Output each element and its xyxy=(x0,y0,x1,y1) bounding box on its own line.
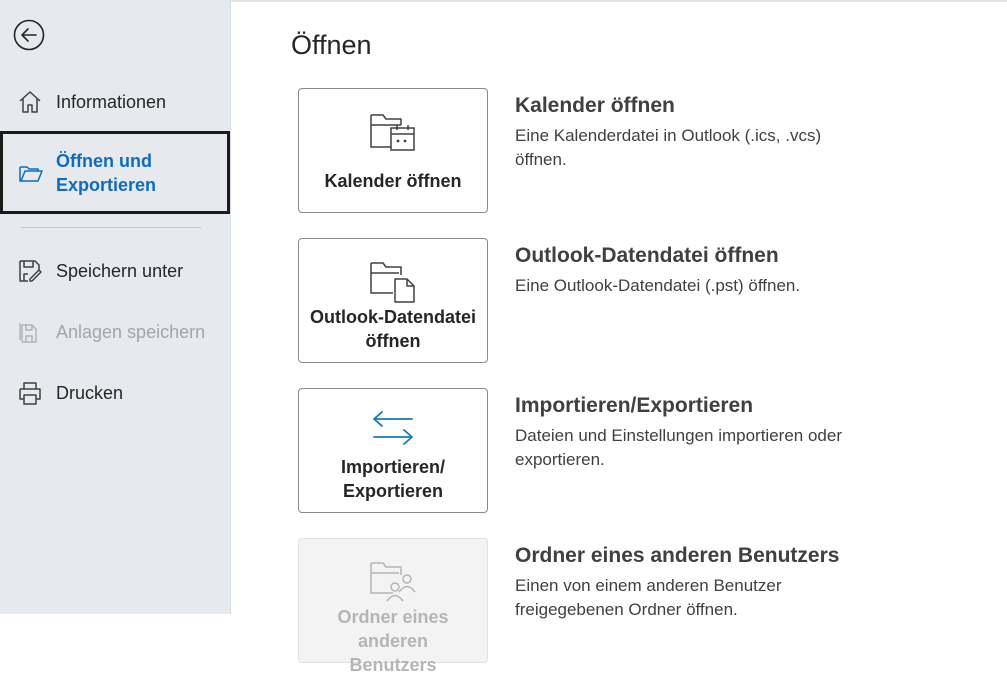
option-description: Eine Kalenderdatei in Outlook (.ics, .vc… xyxy=(515,126,822,169)
sidebar-item-label: Speichern unter xyxy=(56,261,184,281)
backstage-sidebar: Informationen Öffnen und Exportieren Spe… xyxy=(0,0,231,614)
option-description: Einen von einem anderen Benutzer freigeg… xyxy=(515,576,782,619)
save-attachments-icon xyxy=(17,319,43,345)
tile-label: Kalender öffnen xyxy=(324,171,462,191)
printer-icon xyxy=(17,380,43,406)
open-outlook-data-file-tile[interactable]: Outlook-Datendatei öffnen xyxy=(298,238,488,363)
sidebar-item-label: Öffnen und Exportieren xyxy=(56,150,157,195)
sidebar-item-label: Drucken xyxy=(56,383,124,403)
option-description: Eine Outlook-Datendatei (.pst) öffnen. xyxy=(515,276,801,295)
option-title: Ordner eines anderen Benutzers xyxy=(515,544,840,567)
page-title: Öffnen xyxy=(291,30,372,60)
open-calendar-tile[interactable]: Kalender öffnen xyxy=(298,88,488,213)
main-content: Öffnen Kalender öffnen Kalender öffnen E… xyxy=(231,0,1007,675)
option-description: Dateien und Einstellungen importieren od… xyxy=(515,426,842,469)
folder-open-icon xyxy=(18,160,44,186)
sidebar-item-anlagen-speichern: Anlagen speichern xyxy=(0,318,230,346)
sidebar-item-informationen[interactable]: Informationen xyxy=(0,88,230,116)
tile-label: Outlook-Datendatei öffnen xyxy=(309,307,476,351)
other-user-folder-tile: Ordner eines anderen Benutzers xyxy=(298,538,488,675)
save-as-icon xyxy=(17,258,43,284)
option-title: Importieren/Exportieren xyxy=(515,394,754,417)
sidebar-item-drucken[interactable]: Drucken xyxy=(0,379,230,407)
import-export-arrows-icon xyxy=(370,409,416,454)
sidebar-divider xyxy=(21,227,201,228)
shared-folder-icon xyxy=(369,559,417,608)
option-title: Outlook-Datendatei öffnen xyxy=(515,244,779,267)
sidebar-item-label: Anlagen speichern xyxy=(56,322,206,342)
import-export-tile[interactable]: Importieren/ Exportieren xyxy=(298,388,488,513)
calendar-folder-icon xyxy=(369,111,417,158)
sidebar-item-speichern-unter[interactable]: Speichern unter xyxy=(0,257,230,285)
tile-label: Ordner eines anderen Benutzers xyxy=(337,607,449,675)
home-icon xyxy=(17,89,43,115)
sidebar-item-label: Informationen xyxy=(56,92,167,112)
sidebar-item-oeffnen-exportieren[interactable]: Öffnen und Exportieren xyxy=(0,131,230,214)
back-arrow-icon xyxy=(13,19,45,51)
option-title: Kalender öffnen xyxy=(515,94,675,117)
back-button[interactable] xyxy=(13,19,45,51)
tile-label: Importieren/ Exportieren xyxy=(340,457,446,501)
data-file-folder-icon xyxy=(369,259,417,308)
